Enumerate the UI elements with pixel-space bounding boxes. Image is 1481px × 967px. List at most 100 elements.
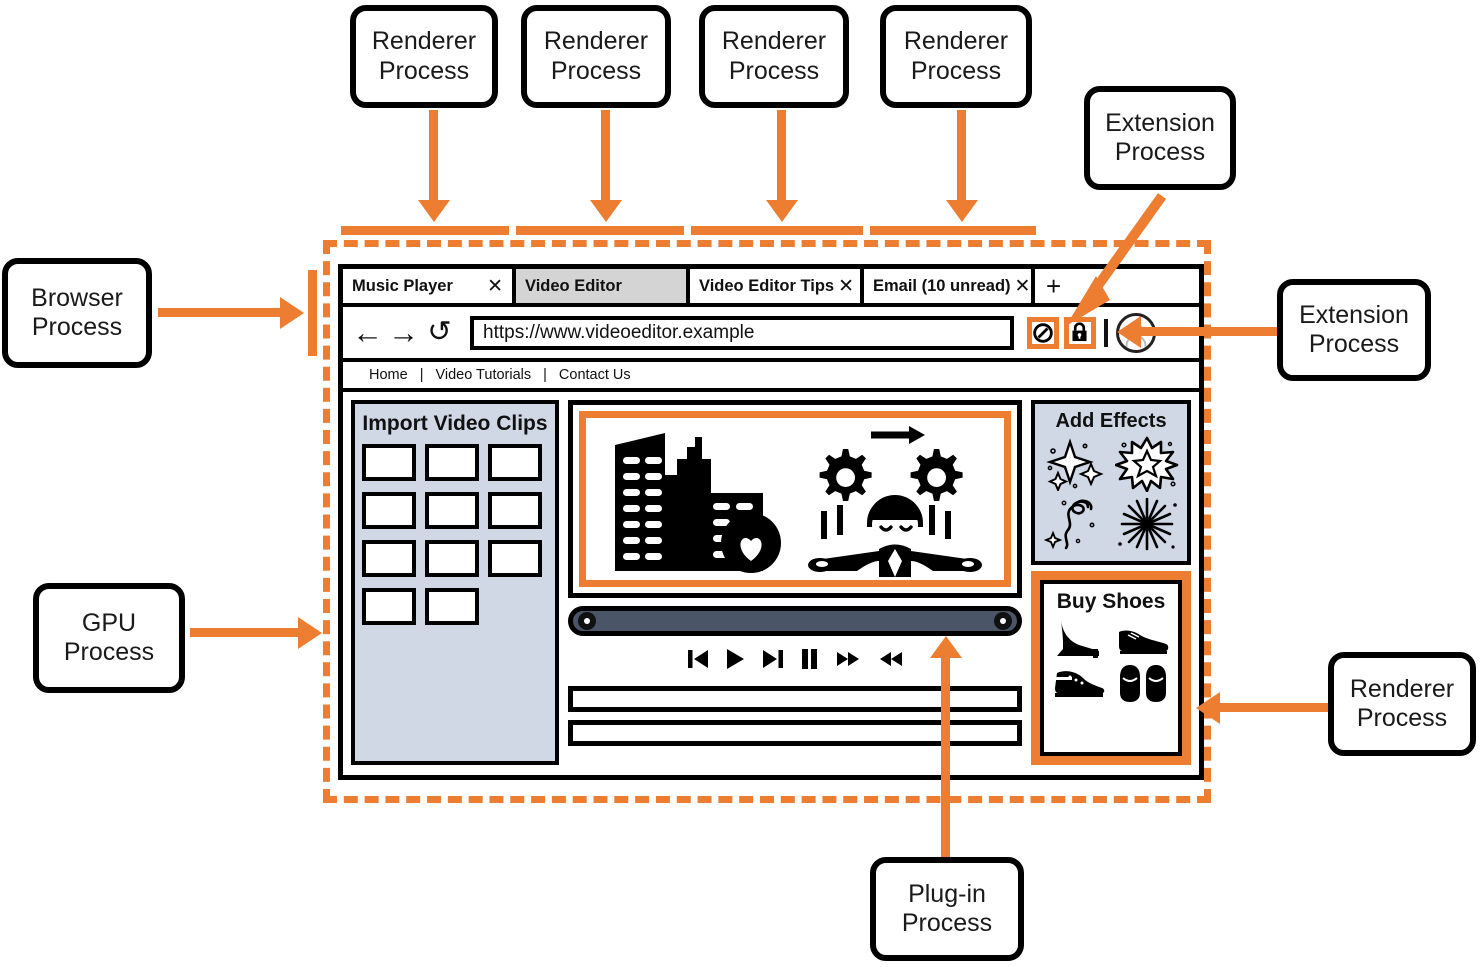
skip-next-icon[interactable] — [762, 648, 783, 674]
arrow-extension-right — [1117, 316, 1279, 348]
callout-renderer-ad: Renderer Process — [1328, 652, 1476, 756]
clip-thumbnail[interactable] — [362, 492, 416, 529]
skip-previous-icon[interactable] — [687, 648, 709, 674]
address-bar-value: https://www.videoeditor.example — [483, 321, 755, 343]
callout-extension-right: Extension Process — [1277, 279, 1431, 381]
block-icon — [1033, 322, 1053, 343]
gear-icon — [819, 449, 872, 501]
effects-grid — [1039, 435, 1183, 553]
add-effects-panel: Add Effects — [1031, 400, 1191, 565]
callout-line2: Process — [63, 638, 155, 666]
clip-thumbnail[interactable] — [425, 444, 479, 481]
callout-extension-top: Extension Process — [1084, 86, 1236, 190]
extension-lock-button[interactable] — [1063, 316, 1096, 349]
sparkle-icon — [1046, 438, 1104, 491]
callout-line1: Renderer — [1349, 674, 1455, 703]
fast-forward-icon[interactable] — [836, 648, 861, 674]
close-icon[interactable]: ✕ — [487, 277, 503, 296]
shoe-high-heel[interactable] — [1048, 618, 1110, 660]
ad-title: Buy Shoes — [1056, 590, 1166, 613]
browser-window: Music Player ✕ Video Editor Video Editor… — [338, 264, 1204, 780]
high-heel-icon — [1057, 621, 1099, 658]
tab-music-player[interactable]: Music Player ✕ — [343, 269, 516, 307]
tab-marker-2 — [516, 226, 684, 235]
shoe-dress-shoe[interactable] — [1112, 618, 1174, 660]
buy-shoes-ad[interactable]: Buy Shoes — [1031, 571, 1191, 765]
tab-label: Video Editor — [525, 276, 622, 295]
callout-renderer-4: Renderer Process — [880, 5, 1032, 108]
close-icon[interactable]: ✕ — [1015, 277, 1031, 296]
new-tab-button[interactable]: + — [1035, 269, 1199, 307]
clip-grid — [362, 444, 548, 625]
effect-firework[interactable] — [1112, 495, 1182, 553]
slippers-icon — [1120, 665, 1166, 702]
callout-line1: Renderer — [721, 27, 827, 55]
clip-thumbnail[interactable] — [425, 540, 479, 577]
tab-email[interactable]: Email (10 unread) ✕ — [864, 269, 1035, 307]
play-icon[interactable] — [726, 648, 745, 674]
arrow-renderer-3 — [766, 110, 798, 222]
callout-browser-process: Browser Process — [2, 258, 152, 368]
tab-video-editor[interactable]: Video Editor — [516, 269, 690, 307]
panel-title: Add Effects — [1055, 410, 1167, 432]
tab-marker-4 — [870, 226, 1036, 235]
heart-shield-icon — [721, 513, 781, 573]
scrubber-handle-left[interactable] — [578, 612, 596, 630]
effect-swirl[interactable] — [1040, 495, 1110, 553]
site-nav: Home | Video Tutorials | Contact Us — [343, 362, 1199, 392]
effect-sparkle[interactable] — [1040, 435, 1110, 493]
tab-label: Video Editor Tips — [699, 276, 835, 295]
clip-thumbnail[interactable] — [362, 588, 416, 625]
starburst-icon — [1115, 436, 1179, 492]
clip-thumbnail[interactable] — [362, 444, 416, 481]
tab-strip: Music Player ✕ Video Editor Video Editor… — [343, 269, 1199, 307]
rewind-icon[interactable] — [878, 648, 903, 674]
tab-label: Music Player — [352, 276, 453, 295]
diagram-canvas: Renderer Process Renderer Process Render… — [0, 0, 1481, 967]
arrow-renderer-2 — [590, 110, 622, 222]
city-buildings-icon — [615, 433, 781, 573]
clip-thumbnail[interactable] — [488, 492, 542, 529]
pause-icon[interactable] — [800, 648, 819, 674]
arrow-renderer-1 — [418, 110, 450, 222]
clip-thumbnail[interactable] — [488, 444, 542, 481]
browser-process-bracket — [308, 270, 317, 356]
sneaker-icon — [1055, 671, 1105, 701]
right-sidebar: Add Effects Buy Shoes — [1031, 400, 1191, 765]
clip-thumbnail[interactable] — [488, 540, 542, 577]
callout-line1: Extension — [1105, 108, 1215, 137]
tab-video-editor-tips[interactable]: Video Editor Tips ✕ — [690, 269, 864, 307]
clip-thumbnail[interactable] — [425, 588, 479, 625]
callout-line1: Renderer — [903, 27, 1009, 55]
nav-link-contact-us[interactable]: Contact Us — [547, 367, 643, 383]
gear-icon — [910, 449, 963, 501]
tab-marker-3 — [691, 226, 863, 235]
callout-line1: Plug-in — [908, 879, 986, 908]
arrow-plugin-process — [930, 636, 962, 858]
back-icon[interactable]: ← — [352, 317, 383, 348]
import-video-clips-panel: Import Video Clips — [351, 400, 559, 765]
callout-line2: Process — [1356, 704, 1448, 732]
address-bar[interactable]: https://www.videoeditor.example — [470, 315, 1014, 350]
video-scrubber[interactable] — [568, 606, 1022, 636]
dress-shoe-icon — [1119, 630, 1169, 654]
video-preview[interactable] — [579, 411, 1011, 587]
close-icon[interactable]: ✕ — [838, 277, 854, 296]
arrow-browser-process — [158, 297, 304, 329]
scrubber-handle-right[interactable] — [994, 612, 1012, 630]
reload-icon[interactable]: ↺ — [424, 318, 455, 347]
nav-link-home[interactable]: Home — [357, 367, 420, 383]
callout-line2: Process — [910, 56, 1002, 85]
nav-link-video-tutorials[interactable]: Video Tutorials — [423, 367, 543, 383]
video-preview-frame — [568, 400, 1022, 598]
effect-starburst[interactable] — [1112, 435, 1182, 493]
shoe-slippers[interactable] — [1112, 662, 1174, 704]
callout-line1: Renderer — [543, 27, 649, 55]
arrow-gpu-process — [190, 617, 322, 649]
clip-thumbnail[interactable] — [362, 540, 416, 577]
shoe-sneaker[interactable] — [1048, 662, 1110, 704]
clip-thumbnail[interactable] — [425, 492, 479, 529]
extension-adblock-button[interactable] — [1026, 316, 1059, 349]
forward-icon[interactable]: → — [388, 317, 419, 348]
arrow-right-icon — [871, 426, 925, 444]
